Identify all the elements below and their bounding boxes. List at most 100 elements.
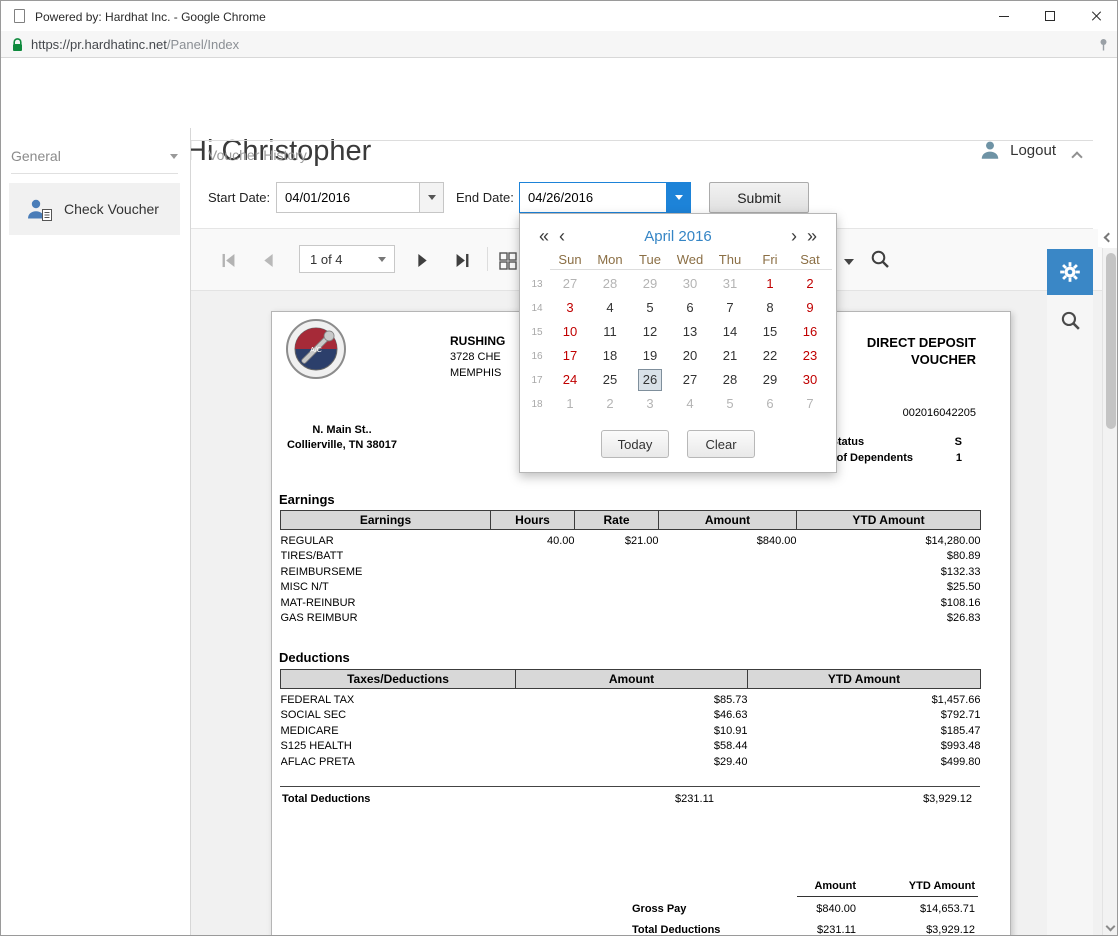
search-tab-button[interactable] xyxy=(1047,297,1093,343)
calendar-day[interactable]: 23 xyxy=(790,345,830,367)
calendar-day[interactable]: 6 xyxy=(670,297,710,319)
end-date-input[interactable]: 04/26/2016 xyxy=(519,182,691,213)
calendar-day[interactable]: 14 xyxy=(710,321,750,343)
calendar-day[interactable]: 27 xyxy=(550,273,590,295)
panel-collapse-button[interactable] xyxy=(1073,153,1081,161)
multipage-view-button[interactable] xyxy=(495,248,521,274)
last-page-button[interactable] xyxy=(449,247,475,273)
parameters-tab-button[interactable] xyxy=(1047,249,1093,295)
close-button[interactable] xyxy=(1073,1,1118,31)
calendar-day[interactable]: 8 xyxy=(750,297,790,319)
side-panel-expand-button[interactable] xyxy=(1098,228,1118,247)
calendar-day[interactable]: 17 xyxy=(550,345,590,367)
calendar-day[interactable]: 12 xyxy=(630,321,670,343)
maximize-button[interactable] xyxy=(1027,1,1073,31)
vertical-scrollbar[interactable] xyxy=(1102,248,1118,935)
calendar-day[interactable]: 20 xyxy=(670,345,710,367)
calendar-day[interactable]: 30 xyxy=(790,369,830,391)
calendar-day[interactable]: 30 xyxy=(670,273,710,295)
chevron-up-icon xyxy=(1071,151,1082,162)
calendar-day[interactable]: 27 xyxy=(670,369,710,391)
calendar-day[interactable]: 18 xyxy=(590,345,630,367)
page-selector[interactable]: 1 of 4 xyxy=(299,245,395,273)
clear-button[interactable]: Clear xyxy=(687,430,755,458)
calendar-day[interactable]: 5 xyxy=(630,297,670,319)
calendar-day[interactable]: 7 xyxy=(710,297,750,319)
calendar-day[interactable]: 16 xyxy=(790,321,830,343)
scrollbar-down-button[interactable] xyxy=(1107,923,1114,930)
calendar-day[interactable]: 11 xyxy=(590,321,630,343)
table-row: REIMBURSEME$132.33 xyxy=(281,565,981,581)
calendar-day[interactable]: 31 xyxy=(710,273,750,295)
calendar-day[interactable]: 2 xyxy=(790,273,830,295)
calendar-header: « ‹ April 2016 › » xyxy=(524,220,832,252)
next-page-button[interactable] xyxy=(409,247,435,273)
minimize-button[interactable] xyxy=(981,1,1027,31)
previous-year-button[interactable]: « xyxy=(534,227,554,245)
calendar-day[interactable]: 19 xyxy=(630,345,670,367)
calendar-day[interactable]: 22 xyxy=(750,345,790,367)
previous-month-button[interactable]: ‹ xyxy=(554,227,570,245)
calendar-day[interactable]: 26 xyxy=(630,369,670,391)
start-date-input[interactable]: 04/01/2016 xyxy=(276,182,444,213)
deductions-total-ytd: $3,929.12 xyxy=(923,793,972,805)
calendar-day[interactable]: 7 xyxy=(790,393,830,415)
document-title: DIRECT DEPOSIT VOUCHER xyxy=(867,334,976,368)
deductions-total-label: Total Deductions xyxy=(282,793,370,805)
calendar-day[interactable]: 25 xyxy=(590,369,630,391)
panel-header-voucher-history[interactable]: Voucher History xyxy=(191,140,1093,168)
calendar-day[interactable]: 28 xyxy=(710,369,750,391)
end-date-dropdown-button[interactable] xyxy=(666,183,690,212)
today-button[interactable]: Today xyxy=(601,430,669,458)
calendar-day[interactable]: 2 xyxy=(590,393,630,415)
calendar-month-title[interactable]: April 2016 xyxy=(570,228,786,245)
end-date-value[interactable]: 04/26/2016 xyxy=(520,183,666,212)
scrollbar-thumb[interactable] xyxy=(1106,253,1116,429)
url-host: https://pr.hardhatinc.net xyxy=(31,37,167,52)
calendar-day[interactable]: 1 xyxy=(750,273,790,295)
close-icon xyxy=(1090,10,1102,22)
sidebar-item-check-voucher[interactable]: Check Voucher xyxy=(9,183,180,235)
first-page-button[interactable] xyxy=(215,247,241,273)
start-date-dropdown-button[interactable] xyxy=(419,183,443,212)
calendar-day[interactable]: 9 xyxy=(790,297,830,319)
calendar-day[interactable]: 13 xyxy=(670,321,710,343)
calendar-day[interactable]: 28 xyxy=(590,273,630,295)
zoom-dropdown-arrow[interactable] xyxy=(844,259,854,265)
gear-icon xyxy=(1058,260,1082,284)
calendar-day[interactable]: 21 xyxy=(710,345,750,367)
calendar-day[interactable]: 5 xyxy=(710,393,750,415)
calendar-day[interactable]: 1 xyxy=(550,393,590,415)
page-selector-value: 1 of 4 xyxy=(300,252,378,267)
calendar-day[interactable]: 6 xyxy=(750,393,790,415)
summary-total-deductions-amount: $231.11 xyxy=(817,924,856,936)
calendar-day[interactable]: 3 xyxy=(550,297,590,319)
calendar-day[interactable]: 4 xyxy=(590,297,630,319)
address-bar[interactable]: https://pr.hardhatinc.net/Panel/Index xyxy=(1,31,1117,58)
calendar-day[interactable]: 10 xyxy=(550,321,590,343)
calendar-day-header: Sun xyxy=(550,252,590,267)
table-row: MISC N/T$25.50 xyxy=(281,580,981,596)
calendar-week-number: 15 xyxy=(524,327,550,338)
calendar-day[interactable]: 24 xyxy=(550,369,590,391)
submit-button[interactable]: Submit xyxy=(709,182,809,213)
summary-total-deductions-ytd: $3,929.12 xyxy=(926,924,975,936)
calendar-day[interactable]: 29 xyxy=(750,369,790,391)
next-year-button[interactable]: » xyxy=(802,227,822,245)
calendar-footer: Today Clear xyxy=(524,430,832,458)
summary-total-deductions-label: Total Deductions xyxy=(632,924,720,936)
sidebar-group-label: General xyxy=(11,148,61,164)
calendar-day[interactable]: 29 xyxy=(630,273,670,295)
deductions-total-row: Total Deductions $231.11 $3,929.12 xyxy=(280,786,980,810)
pin-icon[interactable] xyxy=(1097,38,1110,51)
calendar-week-row: 1510111213141516 xyxy=(524,320,832,344)
start-date-value[interactable]: 04/01/2016 xyxy=(277,183,419,212)
calendar-day[interactable]: 15 xyxy=(750,321,790,343)
sidebar-group-general[interactable]: General xyxy=(11,148,178,174)
calendar-day[interactable]: 4 xyxy=(670,393,710,415)
calendar-day[interactable]: 3 xyxy=(630,393,670,415)
zoom-tool-button[interactable] xyxy=(867,246,893,272)
previous-page-button[interactable] xyxy=(255,247,281,273)
date-picker-popup: « ‹ April 2016 › » SunMonTueWedThuFriSat… xyxy=(519,213,837,473)
next-month-button[interactable]: › xyxy=(786,227,802,245)
